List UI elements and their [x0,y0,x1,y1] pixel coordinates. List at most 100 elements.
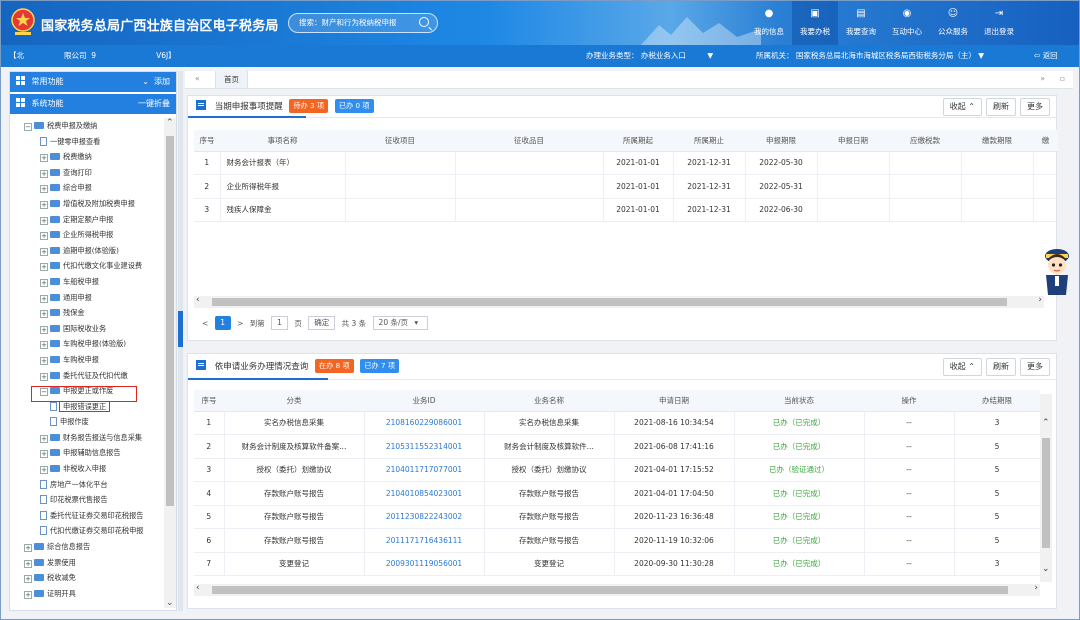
table-row[interactable]: 3 残疾人保障金 2021-01-01 2021-12-31 2022-06-30 [194,198,1058,222]
scroll-down-icon[interactable]: ⌄ [1042,564,1050,574]
expand-icon[interactable]: + [40,169,48,178]
expand-icon[interactable]: + [40,341,48,350]
application-h-scrollbar[interactable]: ‹ › [194,583,1040,596]
tree-node[interactable]: + 车船税申报 [10,274,165,290]
table-cell[interactable]: 2104011717077001 [364,458,485,482]
done-badge[interactable]: 已办 7 项 [360,359,400,373]
tax-authority-select[interactable]: 所属机关： 国家税务总局北海市海城区税务局西街税务分局（主） ▼ [756,45,984,67]
table-row[interactable]: 5 存款账户账号报告 2011230822243002 存款账户账号报告 2020-11… [194,505,1040,529]
table-row[interactable]: 4 存款账户账号报告 2104010854023001 存款账户账号报告 2021-04… [194,481,1040,506]
pending-badge[interactable]: 待办 3 项 [289,99,329,113]
tree-node[interactable]: + 车购税申报 [10,352,165,368]
refresh-button[interactable]: 刷新 [986,98,1016,116]
tree-node[interactable]: + 逾期申报(体验版) [10,243,165,259]
expand-icon[interactable]: + [24,559,32,568]
scrollbar-thumb[interactable] [212,586,1008,594]
scroll-up-icon[interactable]: ⌃ [166,118,174,128]
tree-node[interactable]: + 国际税收业务 [10,321,165,337]
expand-icon[interactable]: + [40,372,48,381]
goto-page-input[interactable]: 1 [271,316,288,330]
table-cell[interactable]: 2108160229086001 [364,411,485,435]
application-v-scrollbar[interactable]: ⌃ ⌄ [1040,394,1052,582]
assistant-mascot-icon[interactable] [1041,245,1073,301]
tree-node[interactable]: + 证明开具 [10,586,165,602]
table-row[interactable]: 1 实名办税信息采集 2108160229086001 实名办税信息采集 2021-08… [194,411,1040,435]
tree-node[interactable]: + 残保金 [10,305,165,321]
nav-tax-handling[interactable]: ▣ 我要办税 [792,1,838,45]
table-cell[interactable]: 2105311552314001 [364,434,485,459]
more-button[interactable]: 更多 [1020,358,1050,376]
tree-node[interactable]: + 代扣代缴文化事业建设费 [10,258,165,274]
tree-node[interactable]: + 发票使用 [10,555,165,571]
expand-icon[interactable]: + [40,356,48,365]
collapse-button[interactable]: 收起 ⌃ [942,98,982,116]
expand-icon[interactable]: + [40,278,48,287]
tree-node[interactable]: + 通用申报 [10,290,165,306]
table-cell[interactable]: 2009301119056001 [364,552,485,576]
page-size-select[interactable]: 20 条/页 ▾ [372,316,429,330]
expand-icon[interactable]: + [40,200,48,209]
prev-page-icon[interactable]: < [202,319,208,328]
tabs-menu-icon[interactable]: ▫ [1060,74,1065,83]
more-button[interactable]: 更多 [1020,98,1050,116]
nav-my-info[interactable]: ● 我的信息 [746,1,792,45]
tree-node[interactable]: + 税收减免 [10,570,165,586]
expand-icon[interactable]: + [40,185,48,194]
expand-icon[interactable]: + [40,154,48,163]
expand-icon[interactable]: + [24,575,32,584]
tree-node[interactable]: + 税费缴纳 [10,149,165,165]
scroll-right-icon[interactable]: › [1034,583,1038,593]
tree-node[interactable]: 申报作废 [10,414,165,430]
expand-icon[interactable]: + [40,325,48,334]
tree-node[interactable]: − 税费申报及缴纳 [10,118,165,134]
tree-node[interactable]: 委托代征证券交易印花税报告 [10,508,165,524]
tree-node[interactable]: 代扣代缴证券交易印花税申报 [10,523,165,539]
search-icon[interactable] [419,17,429,27]
table-row[interactable]: 2 企业所得税年报 2021-01-01 2021-12-31 2022-05-31 [194,174,1058,199]
tree-node[interactable]: + 非税收入申报 [10,461,165,477]
sidebar-splitter[interactable] [178,71,183,611]
expand-icon[interactable]: + [40,450,48,459]
expand-icon[interactable]: + [40,216,48,225]
table-row[interactable]: 6 存款账户账号报告 2011171716436111 存款账户账号报告 2020-11… [194,528,1040,553]
add-common-button[interactable]: ⌄ 添加 [142,72,170,92]
sidebar-scrollbar[interactable]: ⌃ ⌄ [164,118,176,608]
scrollbar-thumb[interactable] [166,136,174,506]
nav-public-service[interactable]: ☺ 公众服务 [930,1,976,45]
nav-interaction[interactable]: ◉ 互动中心 [884,1,930,45]
tree-node[interactable]: + 定期定额户申报 [10,212,165,228]
expand-icon[interactable]: + [40,263,48,272]
scroll-left-icon[interactable]: ‹ [196,583,200,593]
nav-logout[interactable]: ⇥ 退出登录 [976,1,1022,45]
back-button[interactable]: ⇦ 返回 [1034,45,1058,67]
tree-node[interactable]: + 增值税及附加税费申报 [10,196,165,212]
goto-confirm-button[interactable]: 确定 [308,316,336,330]
table-cell[interactable]: 2011171716436111 [364,528,485,553]
tree-node[interactable]: 印花税票代售报告 [10,492,165,508]
tree-node[interactable]: + 综合信息报告 [10,539,165,555]
tree-node[interactable]: + 车购税申报(体验版) [10,336,165,352]
expand-icon[interactable]: + [40,466,48,475]
scroll-up-icon[interactable]: ⌃ [1042,418,1050,428]
done-badge[interactable]: 已办 0 项 [334,99,374,113]
reminder-h-scrollbar[interactable]: ‹ › [194,295,1044,308]
table-row[interactable]: 2 财务会计制度及核算软件备案... 2105311552314001 财务会计制度及… [194,434,1040,459]
page-1-button[interactable]: 1 [214,316,231,330]
table-cell[interactable]: 2104010854023001 [364,481,485,506]
expand-icon[interactable]: + [24,544,32,553]
expand-icon[interactable]: + [40,294,48,303]
next-page-icon[interactable]: > [237,319,243,328]
business-type-select[interactable]: 办理业务类型： 办税业务入口 ▼ [586,45,713,67]
common-functions-header[interactable]: 常用功能 ⌄ 添加 [10,72,176,92]
scroll-left-icon[interactable]: ‹ [196,295,200,305]
tree-node[interactable]: + 财务报告报送与信息采集 [10,430,165,446]
collapse-icon[interactable]: − [24,123,32,131]
table-row[interactable]: 1 财务会计报表（年） 2021-01-01 2021-12-31 2022-05-30 [194,151,1058,175]
tree-node[interactable]: + 委托代征及代扣代缴 [10,368,165,384]
scroll-down-icon[interactable]: ⌄ [166,598,174,608]
tree-node[interactable]: + 综合申报 [10,180,165,196]
expand-icon[interactable]: + [40,434,48,443]
expand-icon[interactable]: + [24,590,32,599]
expand-icon[interactable]: + [40,247,48,256]
refresh-button[interactable]: 刷新 [986,358,1016,376]
